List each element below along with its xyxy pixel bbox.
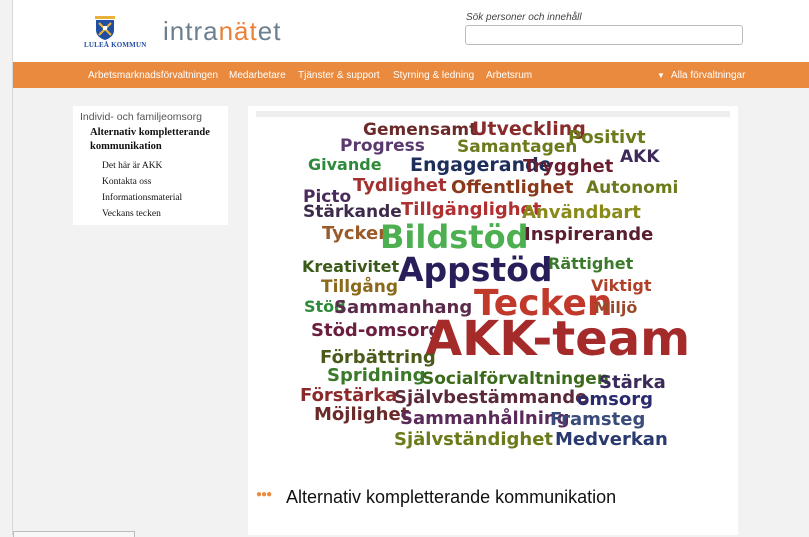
word-cloud-word: Självbestämmande: [394, 387, 588, 408]
word-cloud-word: Tillgänglighet: [401, 199, 542, 220]
word-cloud-word: Autonomi: [586, 178, 679, 198]
word-cloud-word: Förstärka: [300, 385, 398, 406]
sidebar-item-det-har-ar-akk[interactable]: Det här är AKK: [102, 161, 162, 171]
word-cloud-word: Rättighet: [548, 254, 634, 273]
word-cloud-word: AKK: [620, 147, 660, 167]
all-departments-dropdown[interactable]: ▼ Alla förvaltningar: [657, 70, 745, 81]
word-cloud-word: AKK-team: [425, 311, 691, 367]
word-cloud-word: Positivt: [568, 127, 646, 148]
word-cloud-word: Givande: [308, 155, 382, 174]
word-cloud-word: Framsteg: [550, 409, 646, 430]
logo-text: LULEÅ KOMMUN: [84, 41, 147, 49]
word-cloud-word: Bildstöd: [380, 218, 529, 256]
word-cloud-word: Appstöd: [398, 250, 553, 289]
main-nav: Arbetsmarknadsförvaltningen Medarbetare …: [13, 62, 809, 88]
word-cloud-word: Möjlighet: [314, 404, 410, 425]
main-content: Gemensamt Utveckling Positivt Progress Saman…: [248, 106, 738, 535]
word-cloud-word: Sammanhållning: [400, 408, 570, 429]
word-cloud-word: Tillgång: [321, 277, 398, 297]
sidebar-item-informationsmaterial[interactable]: Informationsmaterial: [102, 193, 182, 203]
word-cloud-word: Progress: [340, 136, 425, 156]
nav-item-styrning[interactable]: Styrning & ledning: [393, 70, 474, 81]
nav-item-arbetsmarknad[interactable]: Arbetsmarknadsförvaltningen: [88, 70, 218, 81]
word-cloud-word: Trygghet: [523, 156, 614, 177]
search-label: Sök personer och innehåll: [466, 12, 582, 23]
word-cloud-image: Gemensamt Utveckling Positivt Progress Saman…: [248, 106, 738, 466]
word-cloud-word: Användbart: [522, 202, 641, 223]
sidebar-current-item[interactable]: Alternativ kompletterande kommunikation: [90, 126, 224, 154]
word-cloud-word: Självständighet: [394, 429, 554, 450]
word-cloud-word: Tycker: [322, 223, 388, 244]
brand-logo[interactable]: intranätet: [163, 16, 281, 47]
word-cloud-word: Medverkan: [555, 429, 668, 450]
word-cloud-word: Tydlighet: [353, 175, 447, 196]
nav-item-medarbetare[interactable]: Medarbetare: [229, 70, 286, 81]
word-cloud-word: Spridning: [327, 365, 426, 386]
page: LULEÅ KOMMUN intranätet Sök personer och…: [0, 0, 809, 537]
lulea-crest-icon[interactable]: [90, 16, 120, 40]
nav-item-tjanster[interactable]: Tjänster & support: [298, 70, 380, 81]
brand-accent: nät: [218, 16, 258, 46]
word-cloud-word: Inspirerande: [524, 224, 654, 245]
brand-prefix: intra: [163, 16, 219, 46]
nav-item-arbetsrum[interactable]: Arbetsrum: [486, 70, 532, 81]
word-cloud-word: Kreativitet: [302, 257, 400, 276]
word-cloud-word: Socialförvaltningen: [422, 369, 609, 389]
word-cloud-word: Stöd-omsorg: [311, 320, 442, 341]
title-bullet-icon: ●●●: [256, 489, 272, 500]
word-cloud-word: Offentlighet: [451, 177, 574, 198]
all-departments-label: Alla förvaltningar: [670, 70, 746, 81]
chevron-down-icon: ▼: [657, 71, 665, 80]
search-input[interactable]: [465, 25, 743, 45]
sidebar: Individ- och familjeomsorg Alternativ ko…: [73, 106, 228, 225]
brand-suffix: et: [257, 16, 282, 46]
sidebar-item-kontakta-oss[interactable]: Kontakta oss: [102, 177, 151, 187]
page-title: Alternativ kompletterande kommunikation: [286, 487, 617, 507]
sidebar-item-veckans-tecken[interactable]: Veckans tecken: [102, 209, 161, 219]
word-cloud-word: omsorg: [577, 389, 653, 410]
bottom-widget: [13, 531, 135, 537]
sidebar-parent-link[interactable]: Individ- och familjeomsorg: [80, 111, 202, 123]
